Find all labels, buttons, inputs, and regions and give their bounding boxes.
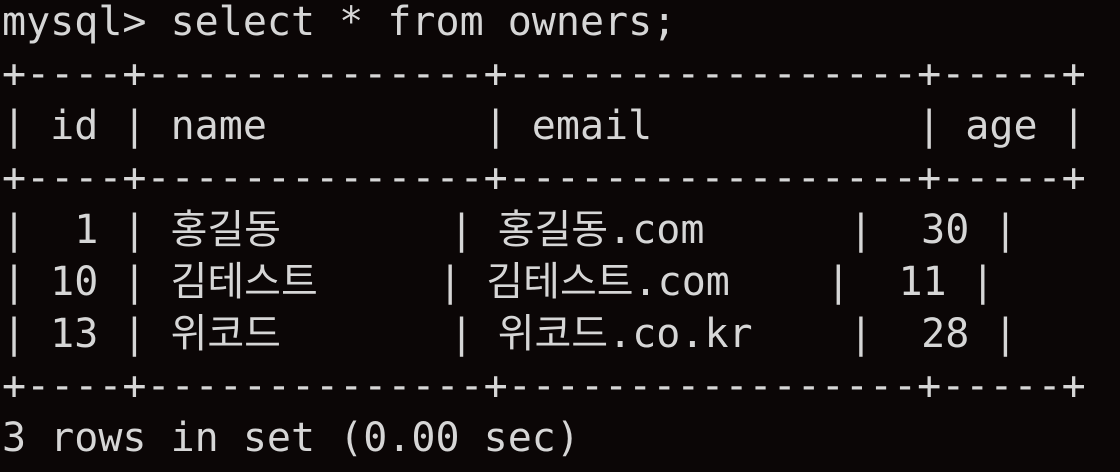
command-line: mysql> select * from owners; — [2, 0, 676, 48]
terminal-window[interactable]: mysql> select * from owners; +----+-----… — [0, 0, 1120, 472]
result-summary: 3 rows in set (0.00 sec) — [2, 415, 580, 461]
table-row: | 1 | 홍길동 | 홍길동.com | 30 | — [2, 207, 1018, 253]
table-border-bottom: +----+--------------+-----------------+-… — [2, 363, 1086, 409]
table-row: | 10 | 김테스트 | 김테스트.com | 11 | — [2, 259, 995, 305]
mysql-prompt: mysql> — [2, 0, 171, 45]
table-header-row: | id | name | email | age | — [2, 103, 1086, 149]
sql-command: select * from owners; — [170, 0, 677, 45]
table-row: | 13 | 위코드 | 위코드.co.kr | 28 | — [2, 311, 1018, 357]
table-border-header: +----+--------------+-----------------+-… — [2, 155, 1086, 201]
table-border-top: +----+--------------+-----------------+-… — [2, 51, 1086, 97]
